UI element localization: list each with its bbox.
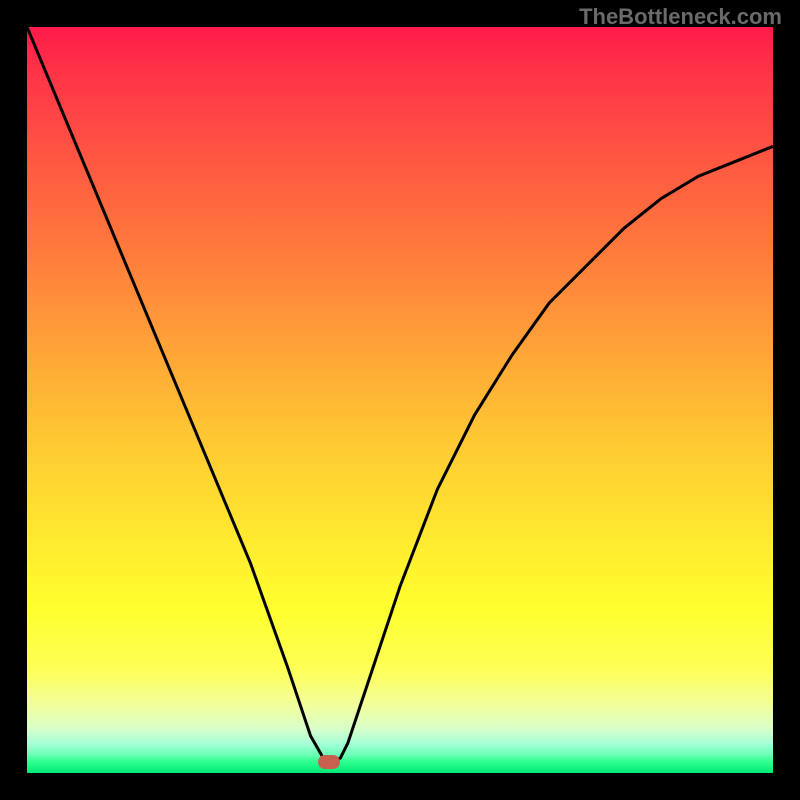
curve-svg xyxy=(27,27,773,773)
plot-area xyxy=(27,27,773,773)
watermark-text: TheBottleneck.com xyxy=(579,4,782,30)
optimal-point-marker xyxy=(318,755,340,769)
bottleneck-curve xyxy=(27,27,773,762)
